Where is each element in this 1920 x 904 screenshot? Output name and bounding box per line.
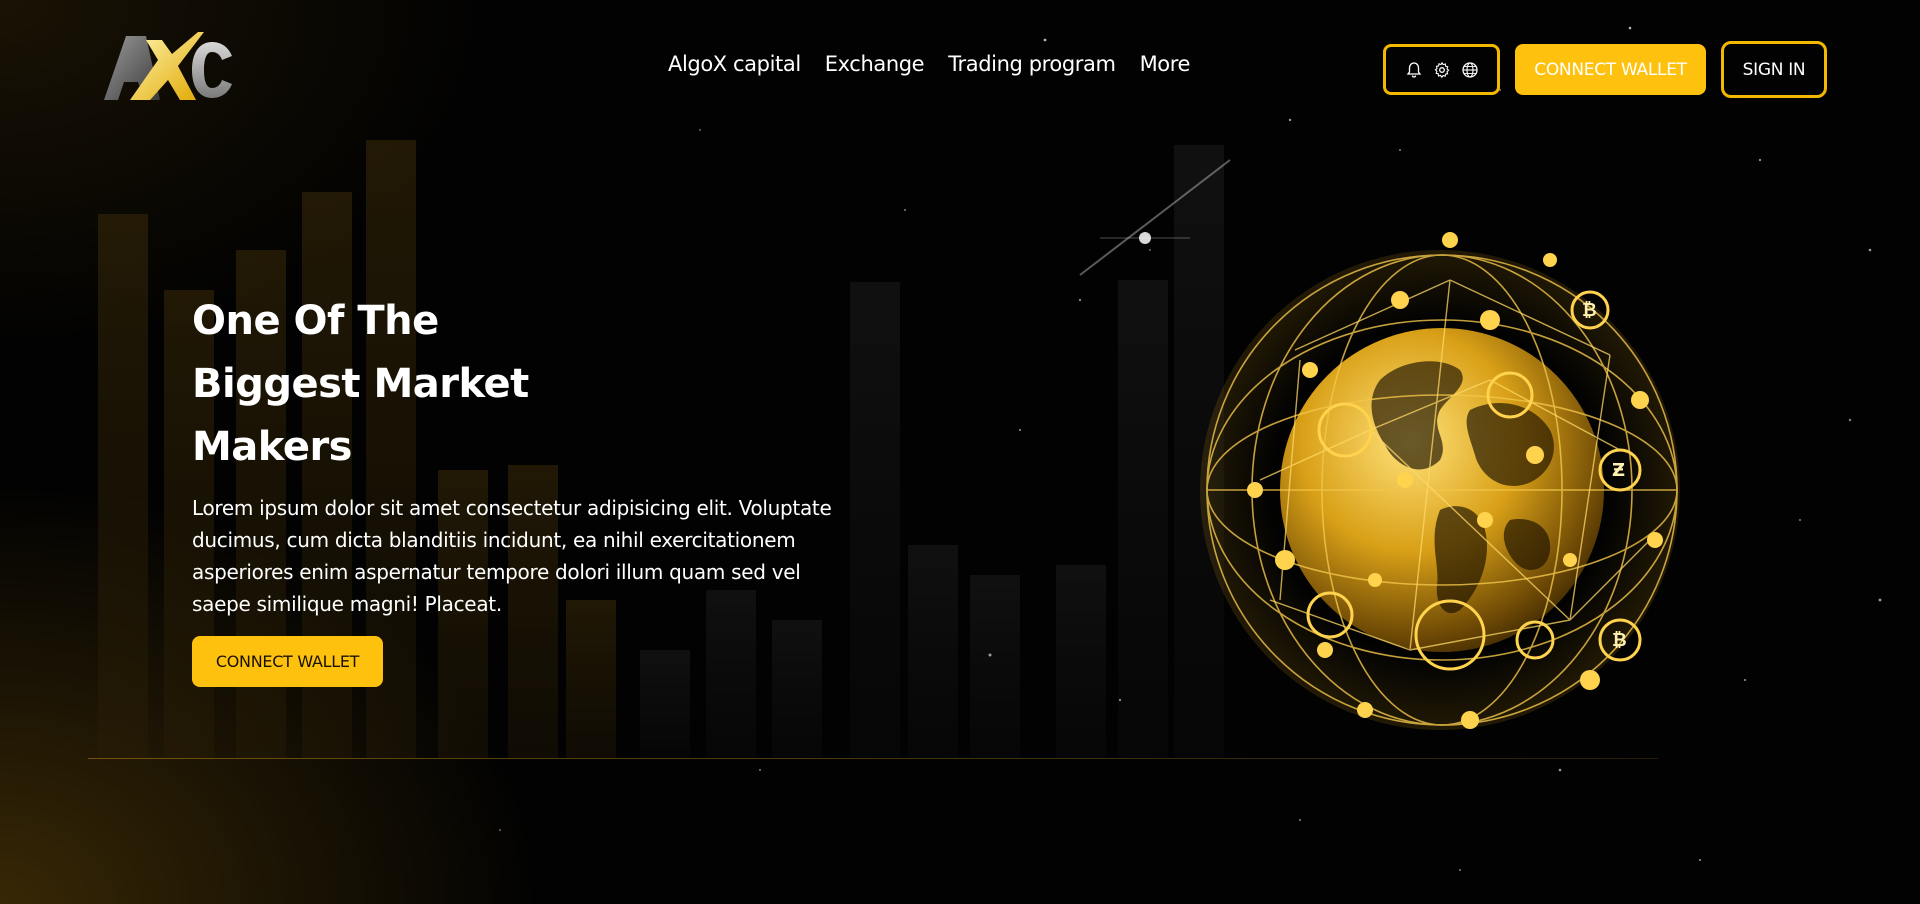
- hero-title-line: Makers: [192, 424, 353, 470]
- nav-item-algox-capital[interactable]: AlgoX capital: [668, 52, 801, 76]
- hero-connect-wallet-button[interactable]: CONNECT WALLET: [192, 636, 383, 687]
- crypto-globe-illustration: ₿ Ƶ ₿: [1200, 232, 1680, 730]
- svg-text:₿: ₿: [1612, 630, 1627, 651]
- gear-icon[interactable]: [1433, 61, 1451, 79]
- nav-item-more[interactable]: More: [1140, 52, 1191, 76]
- svg-text:Ƶ: Ƶ: [1612, 460, 1625, 481]
- header-icon-group: [1383, 44, 1500, 95]
- main-nav: AlgoX capital Exchange Trading program M…: [668, 52, 1190, 76]
- bell-icon[interactable]: [1405, 61, 1423, 79]
- hero-description: Lorem ipsum dolor sit amet consectetur a…: [192, 496, 832, 616]
- hero-title-line: Biggest Market: [192, 361, 529, 407]
- nav-item-trading-program[interactable]: Trading program: [948, 52, 1116, 76]
- hero-title-line: One Of The: [192, 298, 439, 344]
- nav-item-exchange[interactable]: Exchange: [825, 52, 925, 76]
- globe-icon[interactable]: [1461, 61, 1479, 79]
- connect-wallet-button[interactable]: CONNECT WALLET: [1515, 44, 1706, 95]
- sign-in-button[interactable]: SIGN IN: [1721, 41, 1827, 98]
- svg-text:₿: ₿: [1582, 300, 1597, 321]
- hero-title: One Of The Biggest Market Makers: [192, 290, 752, 479]
- brand-logo[interactable]: [100, 30, 236, 104]
